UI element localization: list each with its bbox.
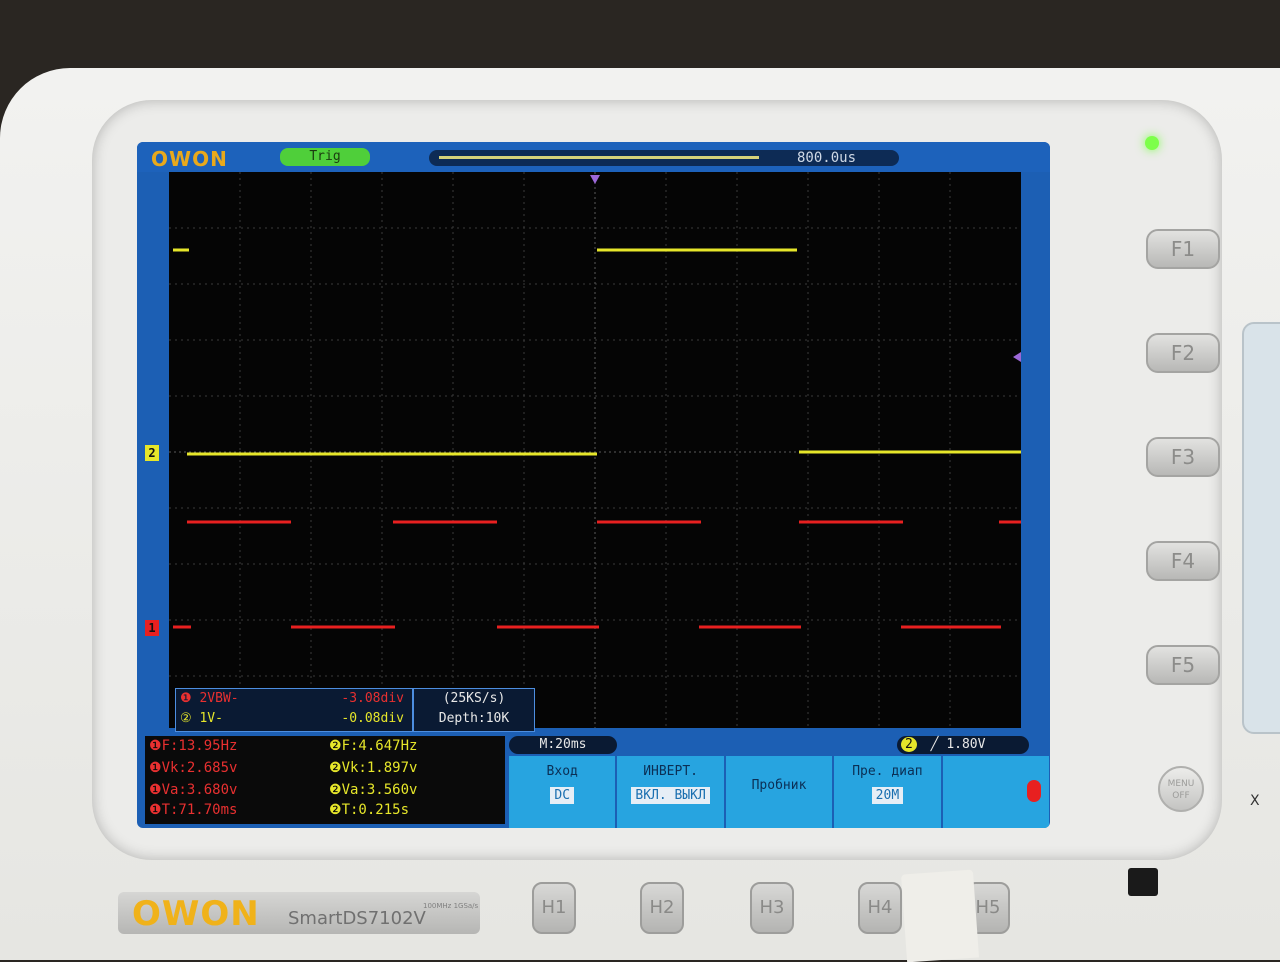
menu-bandwidth-limit[interactable]: Пре. диап 20M <box>834 756 941 828</box>
menu-value: DC <box>550 787 575 804</box>
cursor-measure-box: ❶ 2VBW- -3.08div ② 1V- -0.08div <box>175 688 413 732</box>
menu-value: ВКЛ. ВЫКЛ <box>631 787 710 804</box>
menu-invert[interactable]: ИНВЕРТ. ВКЛ. ВЫКЛ <box>617 756 724 828</box>
menu-input-coupling[interactable]: Вход DC <box>509 756 616 828</box>
ch1-indicator-icon <box>1027 780 1042 802</box>
owon-small-logo: OWON <box>151 147 228 171</box>
side-x-label: X <box>1250 793 1260 809</box>
trigger-level-marker <box>1013 352 1021 362</box>
measure-row: ② 1V- -0.08div <box>176 709 412 729</box>
menu-value: 20M <box>871 787 904 804</box>
measure-value: -0.08div <box>341 711 404 726</box>
f2-button[interactable]: F2 <box>1146 333 1220 373</box>
f1-button[interactable]: F1 <box>1146 229 1220 269</box>
measure-value: -3.08div <box>341 691 404 706</box>
ch1-period: ❶T:71.70ms <box>149 802 238 818</box>
ch1-amplitude: ❶Va:3.680v <box>149 782 238 798</box>
rising-edge-icon: ╱ <box>930 737 939 752</box>
ch2-peak-voltage: ❷Vk:1.897v <box>329 760 418 776</box>
waveform-plot <box>169 172 1021 728</box>
measure-label: ② 1V- <box>180 711 223 726</box>
square-button[interactable] <box>1128 868 1158 896</box>
sample-rate-box: (25KS/s) Depth:10K <box>413 688 535 732</box>
h2-button[interactable]: H2 <box>640 882 684 934</box>
time-position-fill <box>439 156 759 159</box>
trigger-level-value: 1.80V <box>946 737 986 752</box>
spec-text: 100MHz 1GSa/s <box>423 902 479 910</box>
top-status-bar: OWON Trig 800.0us <box>137 142 1050 172</box>
f3-button[interactable]: F3 <box>1146 437 1220 477</box>
time-offset: 800.0us <box>797 150 857 166</box>
ch2-amplitude: ❷Va:3.560v <box>329 782 418 798</box>
channel-menu: Вход DC ИНВЕРТ. ВКЛ. ВЫКЛ Пробник Пре. д… <box>509 756 1050 828</box>
f4-button[interactable]: F4 <box>1146 541 1220 581</box>
side-control-panel <box>1242 322 1280 734</box>
measure-row: ❶ 2VBW- -3.08div <box>176 689 412 709</box>
measure-label: ❶ 2VBW- <box>180 691 239 706</box>
trigger-level[interactable]: 2 ╱ 1.80V <box>897 736 1029 754</box>
ch1-peak-voltage: ❶Vk:2.685v <box>149 760 238 776</box>
f5-button[interactable]: F5 <box>1146 645 1220 685</box>
waveform-svg <box>169 172 1021 728</box>
menu-title: Пре. диап <box>852 764 923 779</box>
trig-status: Trig <box>280 148 370 166</box>
h3-button[interactable]: H3 <box>750 882 794 934</box>
probe-cable <box>901 869 979 962</box>
brand-plate: OWON SmartDS7102V 100MHz 1GSa/s <box>118 892 480 934</box>
ch2-level-marker[interactable]: 2 <box>145 445 159 461</box>
model-name: SmartDS7102V <box>288 908 426 929</box>
oscilloscope-screen: OWON Trig 800.0us 2 1 ❶ 2VBW- -3.08div ②… <box>137 142 1050 828</box>
menu-title: Вход <box>546 764 578 779</box>
trigger-channel-icon: 2 <box>901 737 917 752</box>
owon-logo: OWON <box>132 894 260 934</box>
menu-title: Пробник <box>751 778 807 793</box>
power-led-icon <box>1145 136 1159 150</box>
ch2-period: ❷T:0.215s <box>329 802 409 818</box>
ch1-trace <box>173 520 1021 629</box>
ch1-frequency: ❶F:13.95Hz <box>149 738 238 754</box>
timebase[interactable]: M:20ms <box>509 736 617 754</box>
h1-button[interactable]: H1 <box>532 882 576 934</box>
ch2-trace <box>173 248 1021 456</box>
grid <box>169 172 1021 728</box>
trigger-time-marker <box>590 175 600 184</box>
menu-probe[interactable]: Пробник <box>725 756 833 828</box>
ch2-frequency: ❷F:4.647Hz <box>329 738 418 754</box>
auto-measurements: ❶F:13.95Hz ❶Vk:2.685v ❶Va:3.680v ❶T:71.7… <box>145 736 505 824</box>
h4-button[interactable]: H4 <box>858 882 902 934</box>
menu-off-button[interactable]: MENU OFF <box>1158 766 1204 812</box>
memory-depth: Depth:10K <box>438 711 510 726</box>
sample-rate: (25KS/s) <box>442 691 506 706</box>
center-axes <box>169 172 1021 728</box>
menu-title: ИНВЕРТ. <box>643 764 698 779</box>
menu-channel-indicator[interactable] <box>942 756 1050 828</box>
ch1-level-marker[interactable]: 1 <box>145 620 159 636</box>
